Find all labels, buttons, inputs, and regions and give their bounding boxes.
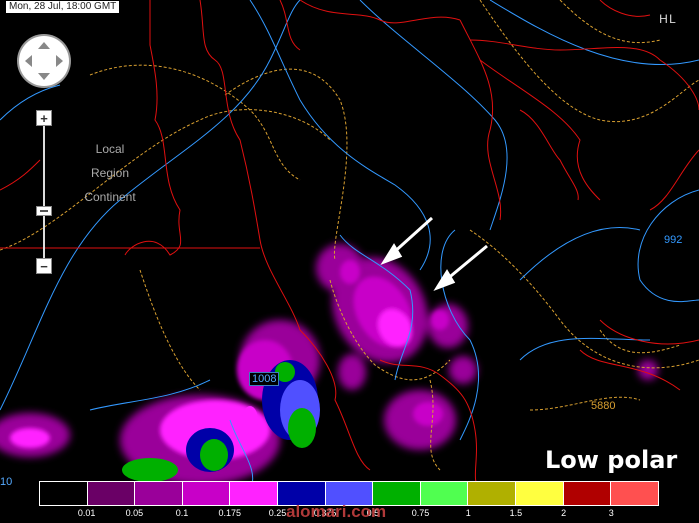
- legend-tick-label: 0.1: [175, 508, 189, 518]
- weather-map-viewer: Mon, 28 Jul, 18:00 GMT H L + − Local Reg…: [0, 0, 699, 523]
- zoom-level-local[interactable]: Local: [76, 142, 144, 156]
- isobar-contours: [0, 0, 699, 491]
- legend-swatch: [135, 482, 183, 505]
- map-title: Low polar: [545, 446, 678, 474]
- legend-tick-label: 1.5: [509, 508, 523, 518]
- pan-left-icon[interactable]: [25, 55, 32, 67]
- legend-tick-label: 0.25: [268, 508, 287, 518]
- high-low-toggle-button[interactable]: H L: [652, 0, 682, 38]
- arrow-annotation-south: [445, 244, 488, 282]
- legend-tick-label: 0.175: [218, 508, 242, 518]
- pan-control[interactable]: [19, 36, 69, 86]
- legend-swatch: [40, 482, 88, 505]
- zoom-slider-thumb[interactable]: [36, 206, 52, 216]
- arrow-annotation-north: [390, 216, 434, 256]
- zoom-slider-track[interactable]: [43, 124, 45, 264]
- pan-up-icon[interactable]: [38, 42, 50, 49]
- legend-tick-label: 2: [561, 508, 567, 518]
- zoom-level-region[interactable]: Region: [76, 166, 144, 180]
- zoom-level-continent[interactable]: Continent: [76, 190, 144, 204]
- watermark: alomari.com: [286, 502, 387, 521]
- legend-tick-label: 1: [465, 508, 471, 518]
- legend-swatch: [468, 482, 517, 505]
- legend-swatch: [516, 482, 564, 505]
- pan-down-icon[interactable]: [38, 73, 50, 80]
- isobar-label-edge: 10: [0, 476, 13, 488]
- high-low-icon: H L: [659, 12, 676, 26]
- legend-swatch: [420, 482, 469, 505]
- legend-swatch: [611, 482, 658, 505]
- legend-swatch: [230, 482, 279, 505]
- legend-swatch: [87, 482, 136, 505]
- forecast-timestamp: Mon, 28 Jul, 18:00 GMT: [6, 1, 120, 13]
- isobar-label-1008: 1008: [249, 372, 280, 386]
- zoom-in-button[interactable]: +: [36, 110, 52, 126]
- legend-swatch: [563, 482, 612, 505]
- isobar-label-992: 992: [664, 234, 683, 246]
- legend-swatch: [182, 482, 231, 505]
- zoom-out-button[interactable]: −: [36, 258, 52, 274]
- legend-tick-label: 3: [608, 508, 614, 518]
- height-label-5880: 5880: [591, 400, 616, 412]
- legend-tick-label: 0.05: [125, 508, 144, 518]
- pan-right-icon[interactable]: [56, 55, 63, 67]
- map-canvas[interactable]: [0, 0, 699, 523]
- legend-tick-label: 0.01: [77, 508, 96, 518]
- legend-tick-label: 0.75: [411, 508, 430, 518]
